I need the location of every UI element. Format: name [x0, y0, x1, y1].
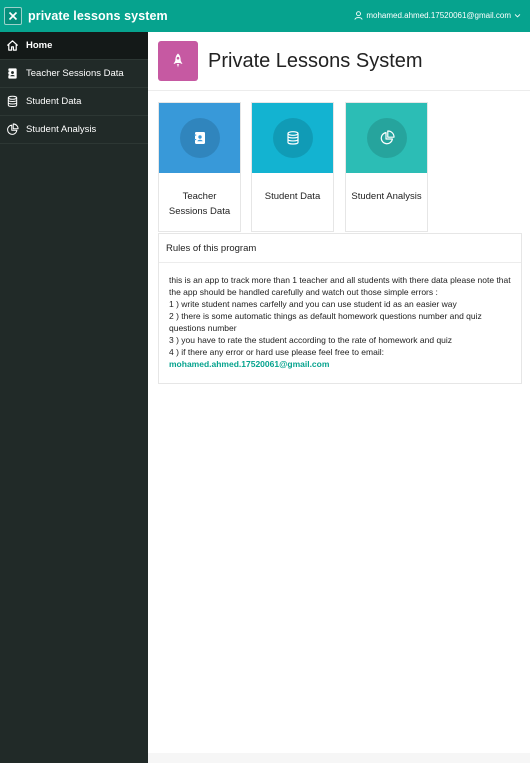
rule-item: 2 ) there is some automatic things as de… — [169, 311, 482, 333]
card-label: Teacher Sessions Data — [168, 191, 231, 217]
user-icon — [354, 11, 363, 20]
card-header — [346, 103, 427, 173]
contact-book-icon — [5, 67, 19, 81]
top-bar: private lessons system mohamed.ahmed.175… — [0, 0, 530, 32]
content-panel: Private Lessons System Teacher Sessions … — [148, 32, 530, 753]
close-icon — [8, 11, 18, 21]
card-header — [159, 103, 240, 173]
home-icon — [5, 39, 19, 53]
card-student-data[interactable]: Student Data — [251, 102, 334, 232]
sidebar-item-teacher-sessions-data[interactable]: Teacher Sessions Data — [0, 60, 148, 88]
sidebar-item-student-analysis[interactable]: Student Analysis — [0, 116, 148, 144]
rules-region: Rules of this program this is an app to … — [158, 233, 522, 384]
sidebar-item-label: Teacher Sessions Data — [26, 68, 124, 79]
rule-item: 4 ) if there any error or hard use pleas… — [169, 347, 384, 357]
page-title: Private Lessons System — [208, 49, 423, 72]
user-menu[interactable]: mohamed.ahmed.17520061@gmail.com — [354, 11, 521, 20]
card-student-analysis[interactable]: Student Analysis — [345, 102, 428, 232]
card-label: Student Data — [264, 191, 321, 202]
sidebar-item-student-data[interactable]: Student Data — [0, 88, 148, 116]
card-label: Student Analysis — [351, 191, 422, 202]
rules-body: this is an app to track more than 1 teac… — [159, 263, 521, 370]
rule-item: 1 ) write student names carfelly and you… — [169, 299, 457, 309]
app-logo — [158, 41, 198, 81]
pie-chart-icon — [5, 123, 19, 137]
contact-book-icon — [179, 118, 220, 158]
database-icon — [5, 95, 19, 109]
database-icon — [272, 118, 313, 158]
divider — [148, 90, 530, 91]
chevron-down-icon — [514, 14, 521, 18]
card-teacher-sessions-data[interactable]: Teacher Sessions Data — [158, 102, 241, 232]
user-email: mohamed.ahmed.17520061@gmail.com — [366, 11, 511, 20]
contact-email-link[interactable]: mohamed.ahmed.17520061@gmail.com — [169, 358, 511, 370]
app-title[interactable]: private lessons system — [28, 9, 168, 23]
rule-item: 3 ) you have to rate the student accordi… — [169, 335, 453, 345]
rules-title: Rules of this program — [159, 234, 521, 263]
sidebar-item-label: Student Analysis — [26, 124, 97, 135]
rocket-icon — [173, 53, 183, 68]
card-header — [252, 103, 333, 173]
sidebar: Home Teacher Sessions Data Student Data … — [0, 32, 148, 763]
pie-chart-icon — [366, 118, 407, 158]
sidebar-item-label: Student Data — [26, 96, 82, 107]
close-navigation-button[interactable] — [4, 7, 22, 25]
sidebar-item-home[interactable]: Home — [0, 32, 148, 60]
page-header: Private Lessons System — [158, 41, 423, 81]
rules-intro: this is an app to track more than 1 teac… — [169, 275, 511, 297]
main-content: Private Lessons System Teacher Sessions … — [148, 32, 530, 763]
sidebar-item-label: Home — [26, 40, 53, 51]
